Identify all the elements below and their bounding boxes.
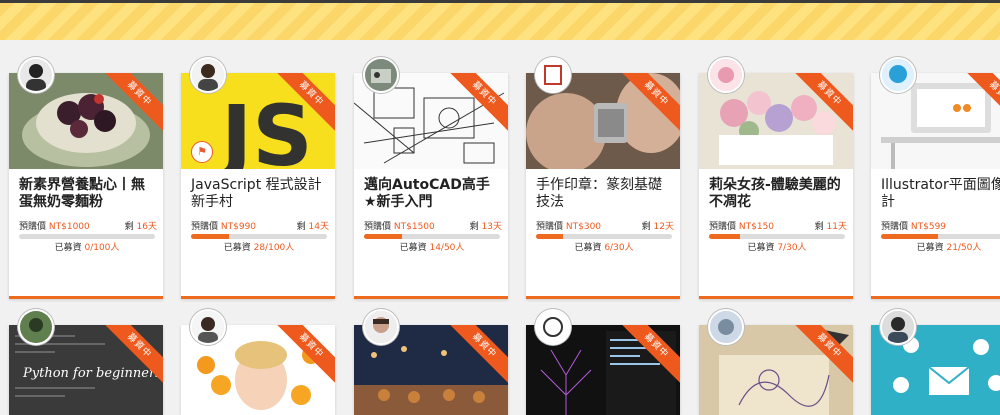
progress-bar [881, 234, 1000, 239]
price-value: NT$300 [565, 222, 602, 232]
price-row: 預購價 NT$599 剩 1 [881, 219, 1000, 232]
instructor-avatar[interactable] [708, 57, 744, 93]
price-value: NT$990 [220, 222, 257, 232]
price-label: 預購價 [364, 222, 392, 232]
raised-count: 已募資 14/50人 [399, 243, 465, 253]
price-row: 預購價 NT$300 剩 12天 [536, 219, 674, 232]
days-remaining: 剩 12天 [641, 222, 674, 232]
instructor-avatar[interactable] [363, 57, 399, 93]
price-value: NT$599 [910, 222, 947, 232]
raised-count: 已募資 7/30人 [747, 243, 807, 253]
price-value: NT$1000 [48, 222, 90, 232]
course-card[interactable]: JS 募資中 ⚑ JavaScript 程式設計新手村 預購價 NT$990 剩… [181, 73, 335, 299]
price-label: 預購價 [881, 222, 909, 232]
course-card[interactable]: 募資中 手作印章：篆刻基礎技法 預購價 NT$300 剩 12天 已募資 6/3… [526, 73, 680, 299]
instructor-avatar[interactable] [708, 309, 744, 345]
days-remaining: 剩 11天 [814, 222, 847, 232]
instructor-avatar[interactable] [18, 57, 54, 93]
price-row: 預購價 NT$150 剩 11天 [709, 219, 847, 232]
course-card[interactable]: 募資中 新素界營養點心丨無蛋無奶零麵粉 預購價 NT$1000 剩 16天 已募… [9, 73, 163, 299]
price-label: 預購價 [19, 222, 47, 232]
days-remaining: 剩 13天 [469, 222, 502, 232]
course-title[interactable]: 邁向AutoCAD高手★新手入門 [364, 177, 502, 211]
price-row: 預購價 NT$990 剩 14天 [191, 219, 329, 232]
bookmark-icon[interactable]: ⚑ [191, 141, 213, 163]
price-label: 預購價 [709, 222, 737, 232]
course-title[interactable]: 新素界營養點心丨無蛋無奶零麵粉 [19, 177, 157, 211]
price-row: 預購價 NT$1000 剩 16天 [19, 219, 157, 232]
course-card[interactable]: 募資中 Illustrator平面圖像設計 預購價 NT$599 剩 1 已募資… [871, 73, 1000, 299]
instructor-avatar[interactable] [535, 57, 571, 93]
instructor-avatar[interactable] [363, 309, 399, 345]
instructor-avatar[interactable] [190, 309, 226, 345]
thumbnail-caption: Python for beginners [22, 366, 162, 381]
progress-bar [191, 234, 327, 239]
raised-count: 已募資 28/100人 [223, 243, 295, 253]
course-title[interactable]: 手作印章：篆刻基礎技法 [536, 177, 674, 211]
price-value: NT$150 [738, 222, 775, 232]
raised-count: 已募資 6/30人 [574, 243, 634, 253]
progress-bar [19, 234, 155, 239]
course-card[interactable]: 募資中 邁向AutoCAD高手★新手入門 預購價 NT$1500 剩 13天 已… [354, 73, 508, 299]
days-remaining: 剩 14天 [296, 222, 329, 232]
course-title[interactable]: JavaScript 程式設計新手村 [191, 177, 329, 211]
course-title[interactable]: 莉朵女孩-體驗美麗的不凋花 [709, 177, 847, 211]
instructor-avatar[interactable] [18, 309, 54, 345]
progress-bar [709, 234, 845, 239]
instructor-avatar[interactable] [190, 57, 226, 93]
top-banner [0, 0, 1000, 40]
days-remaining: 剩 16天 [124, 222, 157, 232]
instructor-avatar[interactable] [880, 309, 916, 345]
raised-count: 已募資 0/100人 [54, 243, 120, 253]
price-label: 預購價 [191, 222, 219, 232]
price-value: NT$1500 [393, 222, 435, 232]
raised-count: 已募資 21/50人 [916, 243, 982, 253]
progress-bar [364, 234, 500, 239]
price-row: 預購價 NT$1500 剩 13天 [364, 219, 502, 232]
instructor-avatar[interactable] [880, 57, 916, 93]
course-title[interactable]: Illustrator平面圖像設計 [881, 177, 1000, 211]
progress-bar [536, 234, 672, 239]
svg-text:JS: JS [216, 87, 313, 169]
instructor-avatar[interactable] [535, 309, 571, 345]
course-card[interactable]: 募資中 莉朵女孩-體驗美麗的不凋花 預購價 NT$150 剩 11天 已募資 7… [699, 73, 853, 299]
price-label: 預購價 [536, 222, 564, 232]
